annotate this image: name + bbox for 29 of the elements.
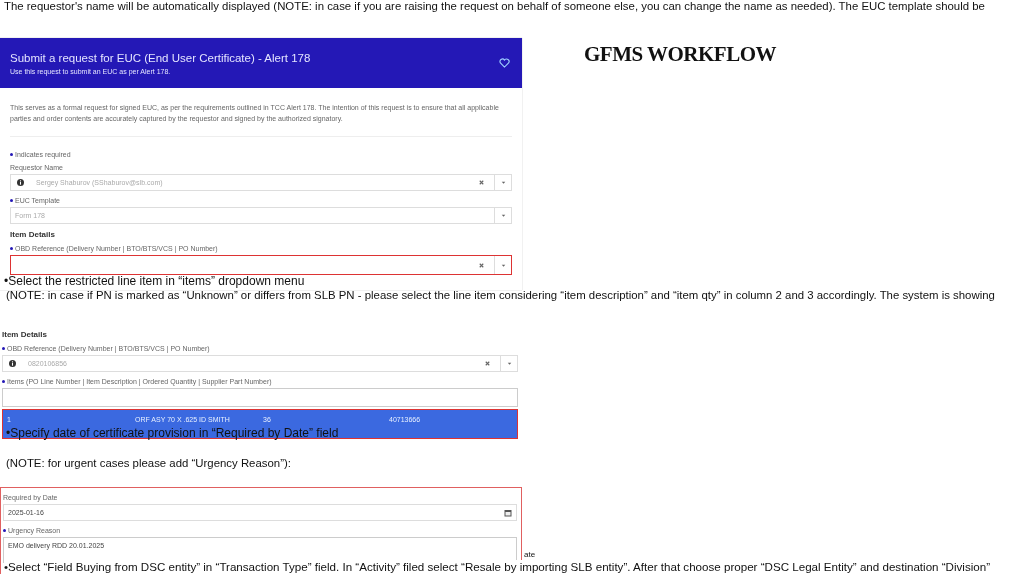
step-note: (NOTE: in case if PN is marked as “Unknown” or differs from SLB PN - please select the line item considering “item description” and “item qty” in column 2 and 3 accordingly. The system is showing (6, 289, 995, 301)
clear-icon[interactable] (484, 360, 491, 367)
required-dot (2, 347, 5, 350)
obd-field[interactable] (10, 255, 512, 275)
required-dot (3, 529, 6, 532)
step-caption: •Select the restricted line item in “items” dropdown menu (4, 274, 305, 288)
slide-title: GFMS WORKFLOW (584, 42, 777, 67)
info-icon (9, 360, 16, 367)
step-caption: •Select “Field Buying from DSC entity” in “Transaction Type” field. In “Activity” filed select “Resale by importing SLB entity”. After that choose proper “DSC Legal Entity” and destination “Division” (4, 560, 991, 574)
clear-icon[interactable] (478, 261, 485, 269)
form-title: Submit a request for EUC (End User Certificate) - Alert 178 (10, 51, 312, 64)
step-note: (NOTE: for urgent cases please add “Urgency Reason”): (6, 457, 291, 469)
section-heading: Item Details (2, 330, 48, 339)
caret-icon[interactable] (506, 360, 513, 367)
required-dot (10, 153, 13, 156)
required-dot (2, 380, 5, 383)
heart-icon[interactable] (499, 58, 510, 68)
text-fragment: ate (524, 550, 536, 559)
required-dot (10, 199, 13, 202)
caret-icon[interactable] (500, 212, 507, 219)
info-icon (17, 179, 24, 186)
calendar-icon[interactable] (504, 508, 512, 517)
step-caption: •Specify date of certificate provision in “Required by Date” field (6, 426, 339, 440)
instruction-text: The requestor's name will be automatically displayed (NOTE: in case if you are raising the request on behalf of someone else, you can change the name as needed). The EUC template should be (4, 0, 985, 12)
items-search-field[interactable] (2, 388, 518, 407)
caret-icon[interactable] (500, 179, 507, 186)
section-heading: Item Details (10, 230, 56, 239)
required-dot (10, 247, 13, 250)
clear-icon[interactable] (478, 179, 485, 186)
